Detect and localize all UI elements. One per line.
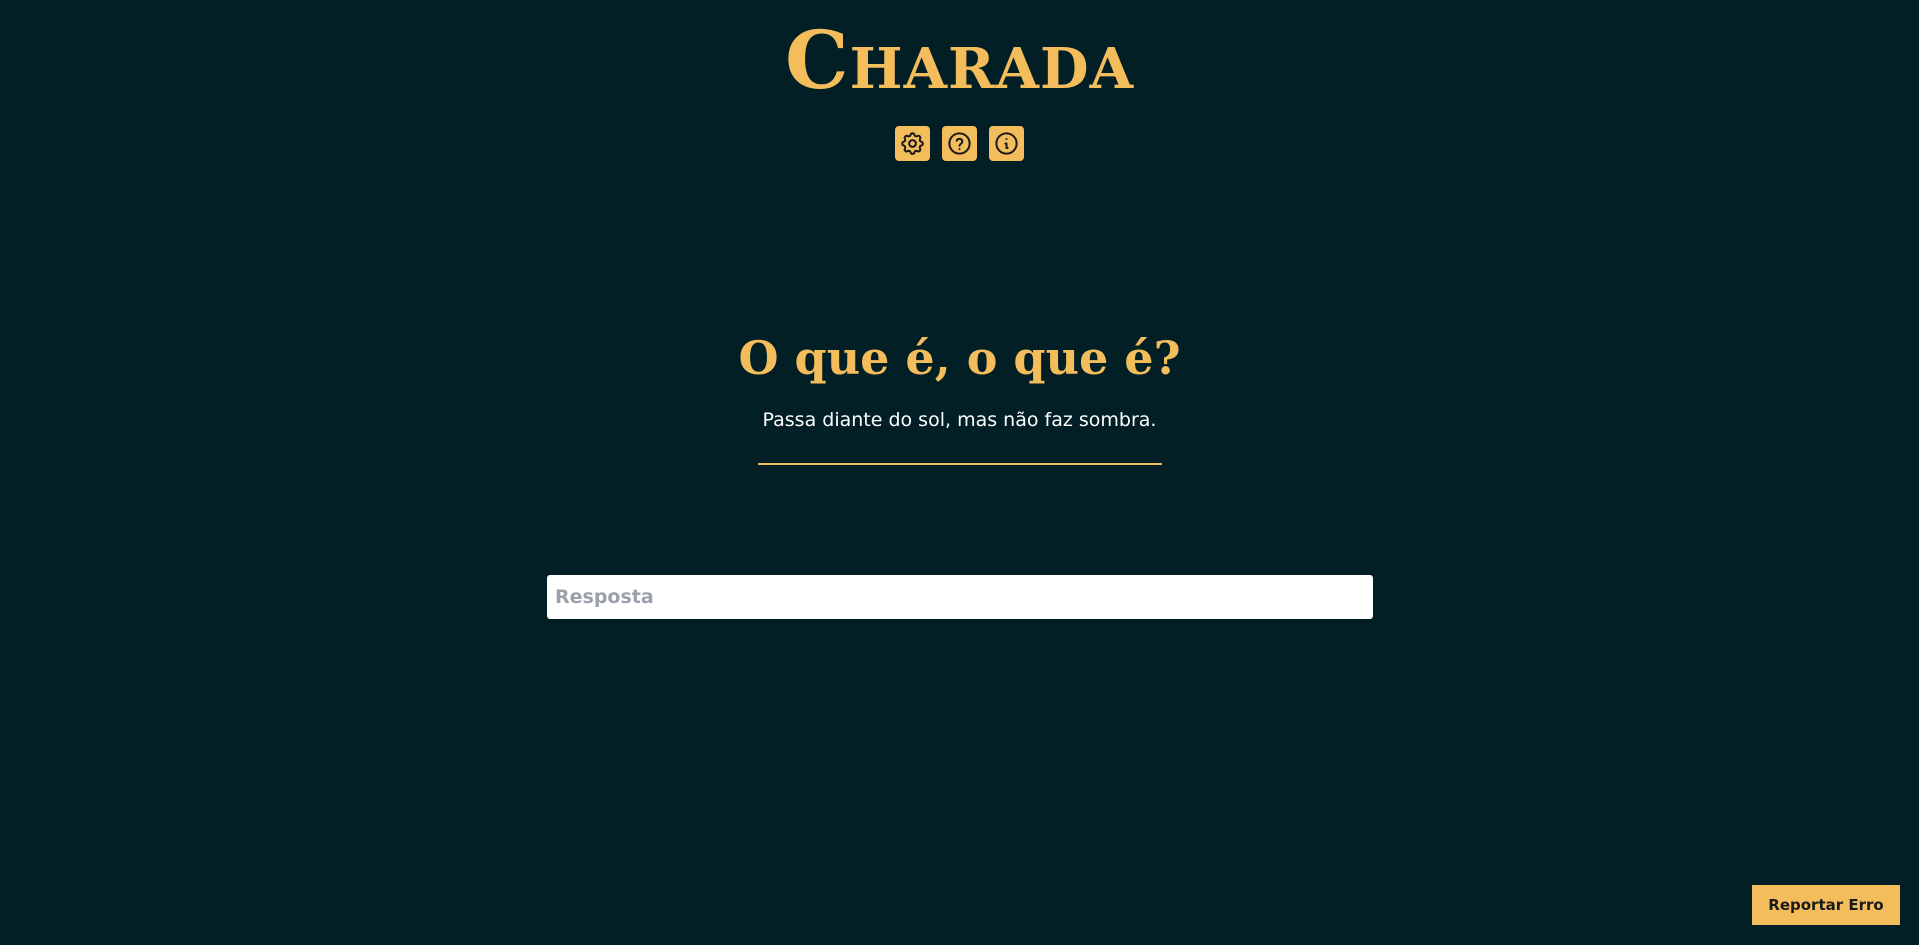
riddle-text: Passa diante do sol, mas não faz sombra. <box>762 409 1157 431</box>
report-error-button[interactable]: Reportar Erro <box>1752 885 1900 925</box>
info-circle-icon <box>995 132 1018 155</box>
settings-button[interactable] <box>895 126 930 161</box>
question-circle-icon <box>948 132 971 155</box>
app-title: Charada <box>784 13 1135 107</box>
divider <box>758 463 1162 465</box>
gear-icon <box>901 132 924 155</box>
help-button[interactable] <box>942 126 977 161</box>
riddle-heading: O que é, o que é? <box>738 331 1181 385</box>
header-toolbar <box>0 126 1919 161</box>
answer-input[interactable] <box>547 575 1373 619</box>
info-button[interactable] <box>989 126 1024 161</box>
